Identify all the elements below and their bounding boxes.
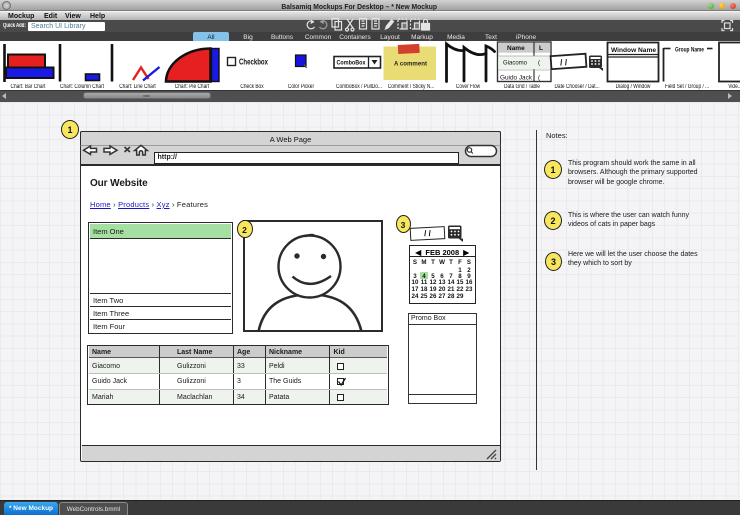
svg-text:Guido Jack: Guido Jack [500,75,533,82]
svg-text:L: L [539,45,543,52]
svg-text:Name: Name [507,45,525,52]
svg-text:Giacomo: Giacomo [503,60,527,67]
svg-text:/ /: / / [560,57,568,68]
svg-text:ComboBox: ComboBox [337,60,366,67]
svg-text:Window Name: Window Name [611,47,656,54]
svg-text:Checkbox: Checkbox [239,58,268,67]
svg-text:A comment: A comment [394,61,428,68]
svg-text:Group Name: Group Name [675,47,704,54]
